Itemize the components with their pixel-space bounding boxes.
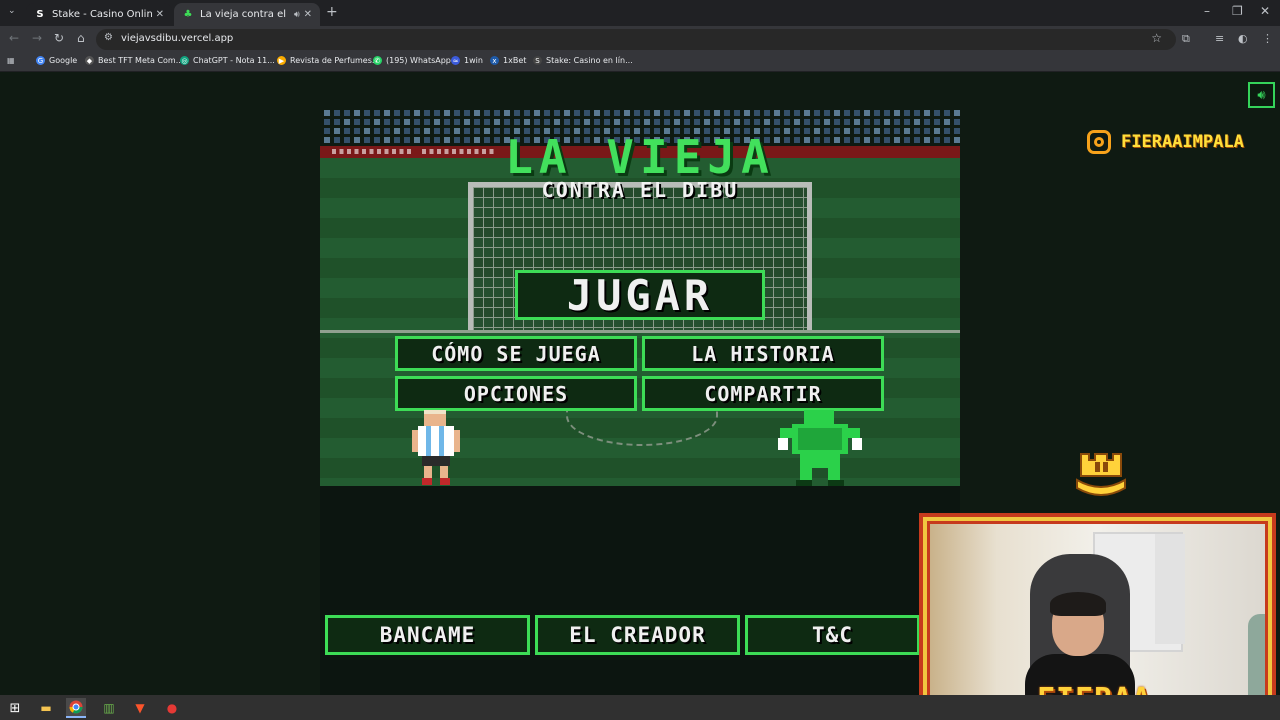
new-tab-icon[interactable]: + <box>326 4 338 20</box>
close-tab-icon[interactable]: ✕ <box>304 9 312 20</box>
chatgpt-icon: ◎ <box>180 56 189 65</box>
goal-line <box>320 330 960 333</box>
bookmark-label: ChatGPT - Nota 11... <box>193 56 275 65</box>
terms-button[interactable]: T&C <box>745 615 920 655</box>
home-icon[interactable]: ⌂ <box>77 31 85 45</box>
profile-icon[interactable]: ◐ <box>1238 32 1248 45</box>
bookmark-chatgpt[interactable]: ◎ ChatGPT - Nota 11... <box>180 56 275 65</box>
game-subtitle: CONTRA EL DIBU <box>541 178 739 202</box>
os-taskbar: ⊞ ▬ ▥ ▼ ● <box>0 695 1280 720</box>
browser-toolbar: ← → ↻ ⌂ ⚙ viejavsdibu.vercel.app ☆ ⧉ ≡ ◐… <box>0 26 1280 53</box>
bookmark-label: Stake: Casino en lín... <box>546 56 633 65</box>
apps-icon[interactable]: ▦ <box>7 56 15 65</box>
maximize-icon[interactable]: ❐ <box>1232 4 1243 18</box>
menu-icon[interactable]: ⋮ <box>1262 32 1273 45</box>
old-lady-player-sprite <box>412 410 460 485</box>
play-button[interactable]: JUGAR <box>515 270 765 320</box>
google-icon: G <box>36 56 45 65</box>
instagram-handle: FIERAAIMPALA <box>1121 132 1244 152</box>
media-control-icon[interactable]: ≡ <box>1215 32 1224 45</box>
minimize-icon[interactable]: – <box>1204 4 1210 18</box>
webcam-rack <box>1155 534 1185 644</box>
speaker-icon: 🔊︎ <box>1257 87 1266 103</box>
file-explorer-icon[interactable]: ▬ <box>36 698 56 718</box>
windows-start-icon[interactable]: ⊞ <box>5 698 25 718</box>
tab-audio-icon[interactable]: 🔊︎ <box>294 10 300 20</box>
back-icon[interactable]: ← <box>9 31 19 45</box>
bookmark-label: Best TFT Meta Com... <box>98 56 184 65</box>
tab-stake[interactable]: S Stake - Casino Online y Apuesta ✕ <box>26 3 172 26</box>
game-favicon-icon: ♣ <box>183 9 193 20</box>
forward-icon[interactable]: → <box>32 31 42 45</box>
app-icon[interactable]: ▥ <box>99 698 119 718</box>
support-button[interactable]: BANCAME <box>325 615 530 655</box>
webcam-feed <box>927 521 1268 706</box>
game-lower-area <box>320 486 960 695</box>
stake-icon: S <box>533 56 542 65</box>
1xbet-icon: x <box>490 56 499 65</box>
bookmark-1xbet[interactable]: x 1xBet <box>490 56 526 65</box>
instagram-icon <box>1087 130 1111 154</box>
recording-app-icon[interactable]: ● <box>162 698 182 718</box>
game-title: LA VIEJA <box>505 130 775 184</box>
bookmark-label: (195) WhatsApp <box>386 56 451 65</box>
tab-title: Stake - Casino Online y Apuesta <box>52 9 152 20</box>
reload-icon[interactable]: ↻ <box>54 31 64 45</box>
tab-vieja-dibu[interactable]: ♣ La vieja contra el Dibu 🔊︎ ✕ <box>174 3 320 26</box>
bookmark-star-icon[interactable]: ☆ <box>1151 31 1162 45</box>
options-button[interactable]: OPCIONES <box>395 376 637 411</box>
webcam-person-hair <box>1050 592 1106 616</box>
instagram-overlay: FIERAAIMPALA <box>1087 130 1244 154</box>
bookmark-whatsapp[interactable]: ✆ (195) WhatsApp <box>373 56 451 65</box>
share-button[interactable]: COMPARTIR <box>642 376 884 411</box>
bookmark-label: 1win <box>464 56 483 65</box>
bookmark-stake[interactable]: S Stake: Casino en lín... <box>533 56 633 65</box>
goalkeeper-player-sprite <box>778 410 862 486</box>
brave-icon[interactable]: ▼ <box>130 698 150 718</box>
webcam-plant <box>1248 614 1265 703</box>
site-info-icon[interactable]: ⚙ <box>104 32 113 43</box>
tft-icon: ◆ <box>85 56 94 65</box>
close-tab-icon[interactable]: ✕ <box>156 9 164 20</box>
tab-title: La vieja contra el Dibu <box>200 9 290 20</box>
whatsapp-icon: ✆ <box>373 56 382 65</box>
bookmark-label: Revista de Perfumes... <box>290 56 380 65</box>
game-canvas[interactable]: LA VIEJA CONTRA EL DIBU JUGAR CÓMO SE JU… <box>320 106 960 486</box>
close-window-icon[interactable]: ✕ <box>1260 4 1270 18</box>
tab-strip: ⌄ S Stake - Casino Online y Apuesta ✕ ♣ … <box>0 0 1280 26</box>
folder-icon: ▶ <box>277 56 286 65</box>
bookmark-1win[interactable]: ≈ 1win <box>451 56 483 65</box>
chrome-icon[interactable] <box>66 698 86 718</box>
bookmark-google[interactable]: G Google <box>36 56 77 65</box>
castle-crown-icon <box>1076 453 1126 496</box>
stake-favicon-icon: S <box>36 9 44 20</box>
how-to-play-button[interactable]: CÓMO SE JUEGA <box>395 336 637 371</box>
bookmark-label: 1xBet <box>503 56 527 65</box>
url-text: viejavsdibu.vercel.app <box>121 33 234 44</box>
creator-button[interactable]: EL CREADOR <box>535 615 740 655</box>
bookmark-label: Google <box>49 56 78 65</box>
history-button[interactable]: LA HISTORIA <box>642 336 884 371</box>
1win-icon: ≈ <box>451 56 460 65</box>
address-bar[interactable]: ⚙ viejavsdibu.vercel.app ☆ <box>96 29 1176 50</box>
sound-toggle-button[interactable]: 🔊︎ <box>1248 82 1275 108</box>
tab-search-icon[interactable]: ⌄ <box>8 6 16 16</box>
bookmarks-bar: ▦ G Google ◆ Best TFT Meta Com... ◎ Chat… <box>0 53 1280 72</box>
bookmark-perfumes[interactable]: ▶ Revista de Perfumes... <box>277 56 380 65</box>
extensions-icon[interactable]: ⧉ <box>1182 32 1190 46</box>
bookmark-tft[interactable]: ◆ Best TFT Meta Com... <box>85 56 183 65</box>
